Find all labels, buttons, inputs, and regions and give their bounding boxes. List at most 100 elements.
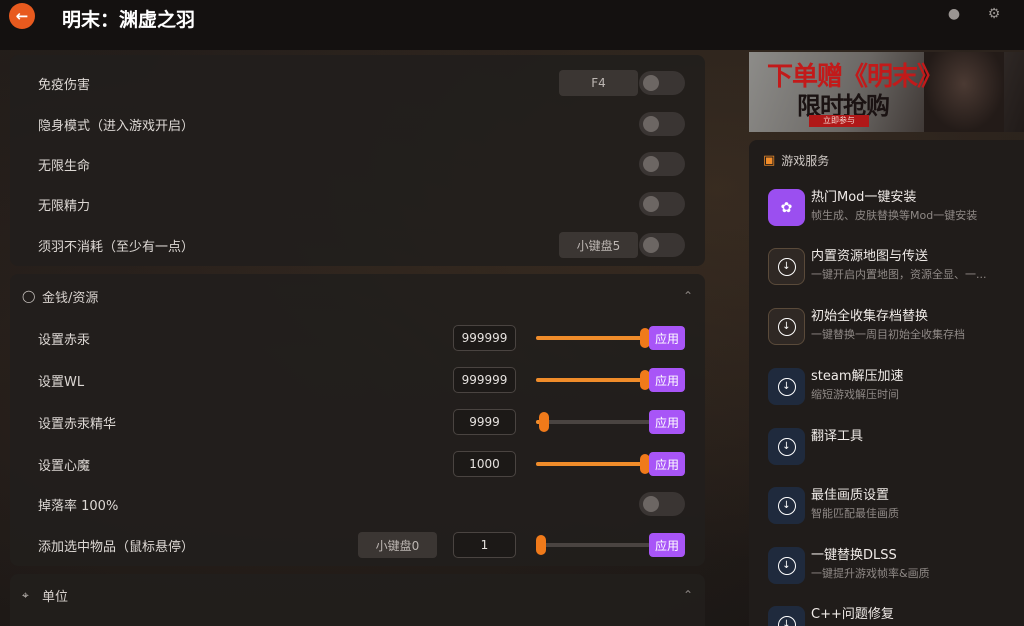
unit-icon: ⌖ (22, 587, 29, 602)
service-item[interactable]: ↓ 初始全收集存档替换 一键替换一周目初始全收集存档 (768, 304, 1018, 354)
feature-row: 免疫伤害 F4 (38, 68, 695, 98)
slider-fill (536, 462, 650, 466)
service-title: 热门Mod一键安装 (811, 190, 917, 205)
apply-button[interactable]: 应用 (649, 533, 685, 557)
value-input[interactable]: 1000 (453, 451, 516, 477)
page-title: 明末：渊虚之羽 (62, 9, 196, 31)
toggle-switch[interactable] (639, 152, 685, 176)
feature-label: 设置赤汞 (38, 332, 91, 348)
feature-row: 设置赤汞 999999 应用 (38, 323, 695, 353)
apply-button[interactable]: 应用 (649, 410, 685, 434)
service-item[interactable]: ↓ 一键替换DLSS 一键提升游戏帧率&画质 (768, 543, 1018, 593)
feature-row: 无限生命 (38, 149, 695, 179)
services-title: 游戏服务 (781, 154, 830, 168)
banner-cta-button[interactable]: 立即参与 (809, 115, 869, 127)
value-slider[interactable] (536, 454, 650, 474)
apply-button[interactable]: 应用 (649, 368, 685, 392)
value-slider[interactable] (536, 370, 650, 390)
feature-row: 添加选中物品（鼠标悬停） 小键盘0 1 应用 (38, 530, 695, 560)
apply-button[interactable]: 应用 (649, 452, 685, 476)
slider-thumb[interactable] (536, 535, 546, 555)
service-item[interactable]: ↓ 内置资源地图与传送 一键开启内置地图，资源全显、一... (768, 244, 1018, 294)
feature-label: 免疫伤害 (38, 77, 91, 93)
service-title: 最佳画质设置 (811, 488, 890, 503)
feature-label: 须羽不消耗（至少有一点） (38, 239, 195, 255)
title-bar: ← 明末：渊虚之羽 ● ⚙ (0, 0, 1024, 50)
service-desc: 一键提升游戏帧率&画质 (811, 567, 930, 580)
value-input[interactable]: 999999 (453, 325, 516, 351)
feature-panel-general: 免疫伤害 F4 隐身模式（进入游戏开启） 无限生命 无限精力 须羽不消耗（至少有… (10, 55, 705, 266)
section-title: 金钱/资源 (42, 290, 99, 306)
toggle-switch[interactable] (639, 492, 685, 516)
toggle-switch[interactable] (639, 112, 685, 136)
service-title: 一键替换DLSS (811, 548, 897, 563)
service-title: 翻译工具 (811, 429, 864, 444)
service-desc: 缩短游戏解压时间 (811, 388, 899, 401)
user-icon[interactable]: ● (946, 6, 962, 22)
feature-row: 隐身模式（进入游戏开启） (38, 109, 695, 139)
service-item[interactable]: ↓ 翻译工具 (768, 424, 1018, 474)
service-item[interactable]: ↓ C++问题修复 (768, 602, 1018, 626)
feature-row: 设置WL 999999 应用 (38, 365, 695, 395)
service-title: 内置资源地图与传送 (811, 249, 929, 264)
hotkey-button[interactable]: F4 (559, 70, 638, 96)
feature-row: 无限精力 (38, 189, 695, 219)
service-desc: 一键开启内置地图，资源全显、一... (811, 268, 987, 281)
service-desc: 智能匹配最佳画质 (811, 507, 899, 520)
value-slider[interactable] (536, 412, 650, 432)
service-item[interactable]: ✿ 热门Mod一键安装 帧生成、皮肤替换等Mod一键安装 (768, 185, 1018, 235)
service-desc: 一键替换一周目初始全收集存档 (811, 328, 965, 341)
back-button[interactable]: ← (9, 3, 35, 29)
download-icon: ↓ (768, 248, 805, 285)
section-header[interactable]: ⌖ 单位 ⌃ (22, 582, 695, 608)
download-icon: ↓ (768, 547, 805, 584)
coin-bag-icon: ◯ (22, 289, 36, 303)
feature-row: 须羽不消耗（至少有一点） 小键盘5 (38, 230, 695, 260)
promo-banner[interactable]: 下单赠《明末》 限时抢购 立即参与 (749, 52, 1024, 132)
service-title: 初始全收集存档替换 (811, 309, 929, 324)
slider-fill (536, 336, 650, 340)
hotkey-button[interactable]: 小键盘0 (358, 532, 437, 558)
value-slider[interactable] (536, 328, 650, 348)
value-input[interactable]: 9999 (453, 409, 516, 435)
download-icon: ↓ (768, 487, 805, 524)
feature-label: 无限精力 (38, 198, 91, 214)
feature-label: 设置心魔 (38, 458, 91, 474)
download-icon: ↓ (768, 606, 805, 626)
feature-panel-money: ◯ 金钱/资源 ⌃ 设置赤汞 999999 应用 设置WL 999999 应用 … (10, 274, 705, 566)
slider-thumb[interactable] (539, 412, 549, 432)
section-title: 单位 (42, 589, 69, 605)
apply-button[interactable]: 应用 (649, 326, 685, 350)
value-slider[interactable] (536, 535, 650, 555)
service-title: steam解压加速 (811, 369, 904, 384)
toggle-switch[interactable] (639, 192, 685, 216)
game-services-panel: ▣ 游戏服务 ✿ 热门Mod一键安装 帧生成、皮肤替换等Mod一键安装 ↓ 内置… (749, 140, 1024, 626)
mod-flower-icon: ✿ (768, 189, 805, 226)
feature-row: 设置赤汞精华 9999 应用 (38, 407, 695, 437)
toggle-switch[interactable] (639, 71, 685, 95)
service-desc: 帧生成、皮肤替换等Mod一键安装 (811, 209, 978, 222)
feature-label: 添加选中物品（鼠标悬停） (38, 539, 195, 555)
feature-panel-unit: ⌖ 单位 ⌃ (10, 574, 705, 626)
download-icon: ↓ (768, 308, 805, 345)
download-icon: ↓ (768, 368, 805, 405)
service-item[interactable]: ↓ 最佳画质设置 智能匹配最佳画质 (768, 483, 1018, 533)
value-input[interactable]: 1 (453, 532, 516, 558)
slider-fill (536, 378, 650, 382)
hotkey-button[interactable]: 小键盘5 (559, 232, 638, 258)
toggle-switch[interactable] (639, 233, 685, 257)
feature-label: 设置赤汞精华 (38, 416, 117, 432)
feature-row: 设置心魔 1000 应用 (38, 449, 695, 479)
settings-icon[interactable]: ⚙ (986, 6, 1002, 22)
section-header[interactable]: ◯ 金钱/资源 ⌃ (22, 283, 695, 309)
feature-label: 隐身模式（进入游戏开启） (38, 118, 195, 134)
service-item[interactable]: ↓ steam解压加速 缩短游戏解压时间 (768, 364, 1018, 414)
arrow-left-icon: ← (15, 7, 29, 25)
service-title: C++问题修复 (811, 607, 894, 622)
value-input[interactable]: 999999 (453, 367, 516, 393)
feature-label: 设置WL (38, 374, 85, 390)
cube-icon: ▣ (763, 153, 776, 168)
feature-label: 掉落率 100% (38, 498, 119, 514)
chevron-up-icon[interactable]: ⌃ (683, 588, 693, 602)
chevron-up-icon[interactable]: ⌃ (683, 289, 693, 303)
